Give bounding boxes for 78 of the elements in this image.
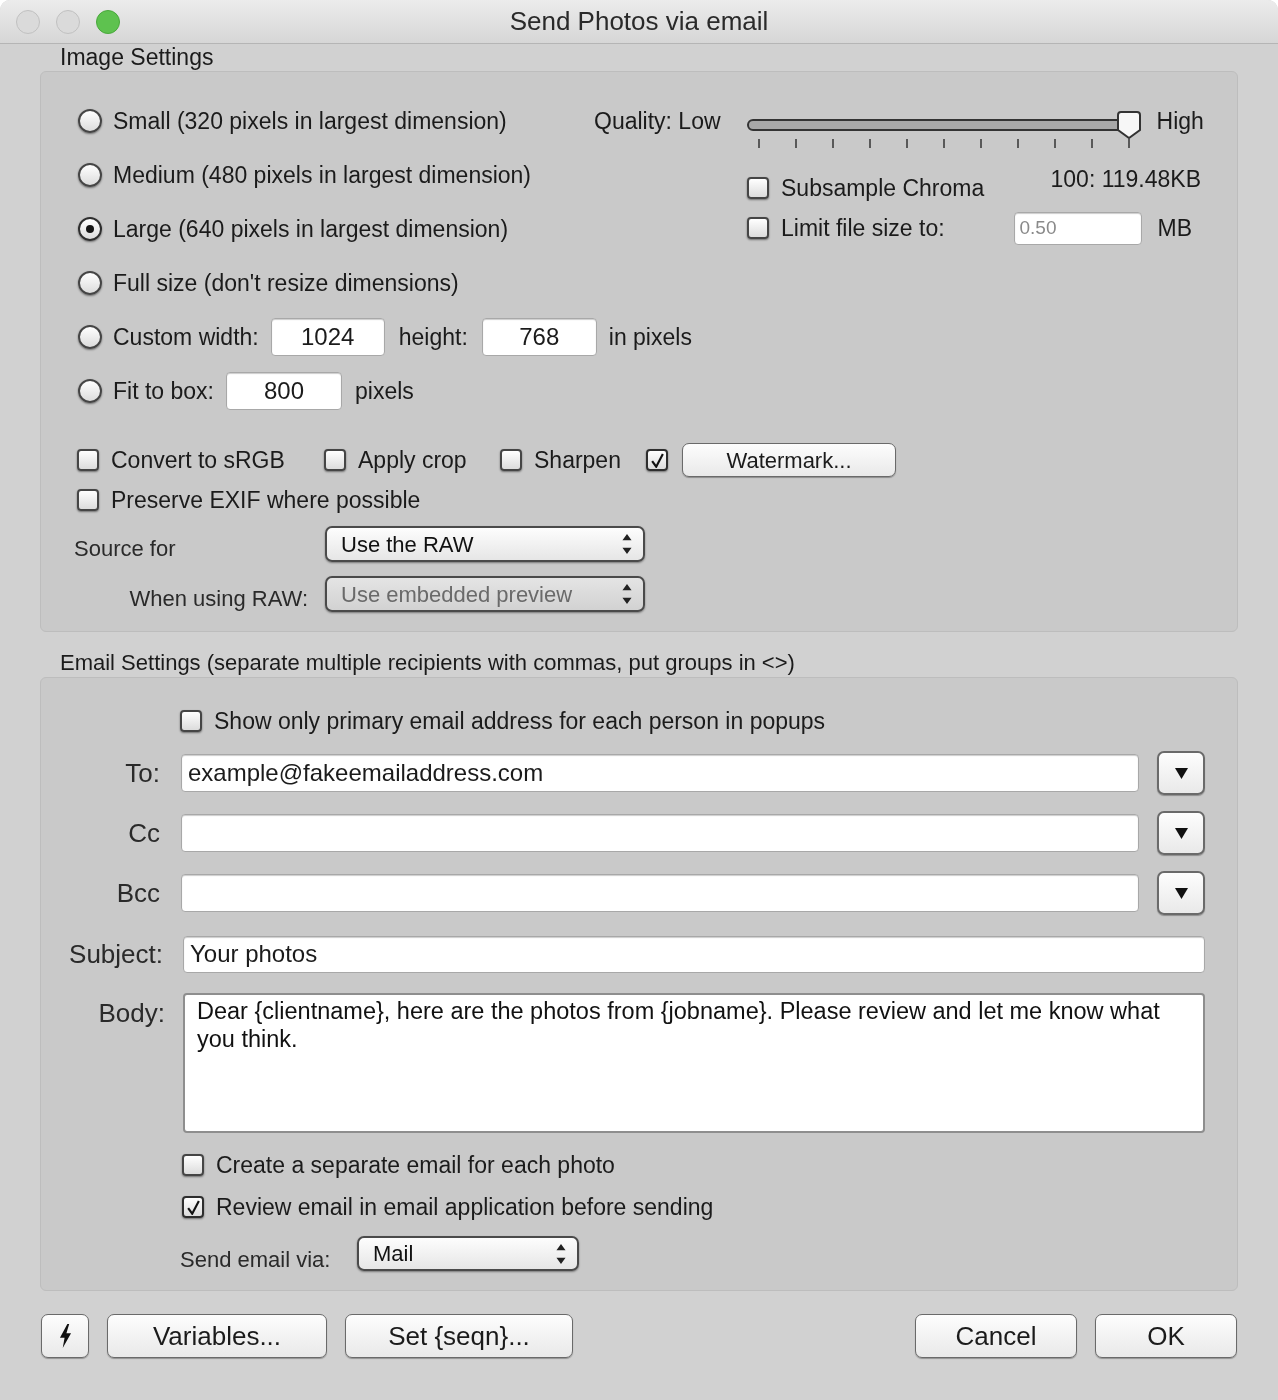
- width-field[interactable]: 1024: [270, 318, 385, 356]
- lightning-icon: [58, 1324, 72, 1348]
- window-title: Send Photos via email: [509, 5, 769, 38]
- popup-menu[interactable]: Mail: [357, 1236, 579, 1271]
- option-label: Review email in email application before sending: [216, 1193, 714, 1221]
- checkmark-icon: [650, 452, 664, 468]
- option-label: Create a separate email for each photo: [216, 1151, 615, 1179]
- field-label: Body:: [97, 997, 166, 1029]
- option-label: Medium (480 pixels in largest dimension): [113, 161, 532, 189]
- checkbox[interactable]: [646, 449, 668, 471]
- radio-button[interactable]: [78, 163, 102, 187]
- option-label: Small (320 pixels in largest dimension): [113, 107, 507, 135]
- checkbox[interactable]: [182, 1196, 204, 1218]
- subject-field[interactable]: Your photos: [183, 935, 1205, 973]
- recipient-menu-button[interactable]: [1157, 811, 1205, 855]
- up-down-arrows-icon: [556, 1243, 566, 1264]
- checkbox[interactable]: [747, 177, 769, 199]
- radio-button[interactable]: [78, 379, 102, 403]
- triangle-down-icon: [1174, 887, 1188, 899]
- radio-button[interactable]: [78, 217, 102, 241]
- option-label: Limit file size to:: [781, 214, 945, 241]
- height-label: height:: [398, 322, 468, 352]
- footer-button[interactable]: OK: [1095, 1314, 1237, 1358]
- checkbox[interactable]: [180, 710, 202, 732]
- option-label: Large (640 pixels in largest dimension): [113, 215, 509, 243]
- section-title: Email Settings (separate multiple recipients with commas, put groups in <>): [60, 649, 795, 677]
- send-via-label: Send email via:: [180, 1247, 332, 1273]
- body-text-area[interactable]: Dear {clientname}, here are the photos from {jobname}. Please review and let me know what you think.: [183, 993, 1205, 1133]
- unit-label: MB: [1157, 213, 1192, 243]
- quality-slider[interactable]: [746, 111, 1141, 139]
- option-label: Show only primary email address for each person in popups: [214, 707, 826, 735]
- option-label: Full size (don't resize dimensions): [113, 269, 459, 297]
- checkbox[interactable]: [182, 1154, 204, 1176]
- footer-button[interactable]: Variables...: [107, 1314, 327, 1358]
- radio-button[interactable]: [78, 325, 102, 349]
- field-label: Cc: [127, 816, 161, 850]
- option-label: Fit to box:: [113, 377, 214, 404]
- option-label: Convert to sRGB: [111, 446, 285, 474]
- source-label: Source for: [74, 536, 177, 562]
- radio-button[interactable]: [78, 271, 102, 295]
- option-label: Preserve EXIF where possible: [111, 486, 421, 514]
- popup-menu[interactable]: Use the RAW: [325, 526, 645, 562]
- quality-high-label: High: [1156, 107, 1204, 135]
- lightning-button[interactable]: [41, 1314, 89, 1358]
- checkbox[interactable]: [77, 489, 99, 511]
- triangle-down-icon: [1174, 767, 1188, 779]
- unit-label: in pixels: [608, 322, 692, 352]
- recipient-field[interactable]: [181, 874, 1139, 912]
- option-label: Apply crop: [358, 446, 467, 474]
- recipient-field[interactable]: [181, 814, 1139, 852]
- unit-label: pixels: [355, 376, 414, 406]
- checkbox[interactable]: [324, 449, 346, 471]
- checkbox[interactable]: [77, 449, 99, 471]
- up-down-arrows-icon: [622, 584, 632, 604]
- up-down-arrows-icon: [622, 534, 632, 554]
- option-label: Sharpen: [534, 446, 621, 474]
- triangle-down-icon: [1174, 827, 1188, 839]
- watermark-button[interactable]: Watermark...: [682, 443, 896, 477]
- recipient-menu-button[interactable]: [1157, 871, 1205, 915]
- field-label: Bcc: [115, 876, 161, 910]
- quality-label: Quality: Low: [594, 107, 721, 135]
- slider-thumb[interactable]: [1116, 111, 1141, 139]
- recipient-menu-button[interactable]: [1157, 751, 1205, 795]
- option-label: Custom width:: [113, 323, 259, 350]
- height-field[interactable]: 768: [481, 318, 597, 356]
- footer-button[interactable]: Cancel: [915, 1314, 1077, 1358]
- radio-button[interactable]: [78, 109, 102, 133]
- option-label: Subsample Chroma: [781, 174, 985, 202]
- checkmark-icon: [186, 1199, 200, 1215]
- checkbox[interactable]: [500, 449, 522, 471]
- file-size-reading: 100: 119.48KB: [1050, 167, 1201, 191]
- recipient-field[interactable]: example@fakeemailaddress.com: [181, 754, 1139, 792]
- footer-button[interactable]: Set {seqn}...: [345, 1314, 573, 1358]
- box-size-field[interactable]: 800: [226, 372, 342, 410]
- raw-mode-label: When using RAW:: [128, 586, 309, 612]
- field-label: Subject:: [68, 937, 164, 971]
- field-label: To:: [124, 756, 161, 790]
- section-title: Image Settings: [60, 44, 214, 71]
